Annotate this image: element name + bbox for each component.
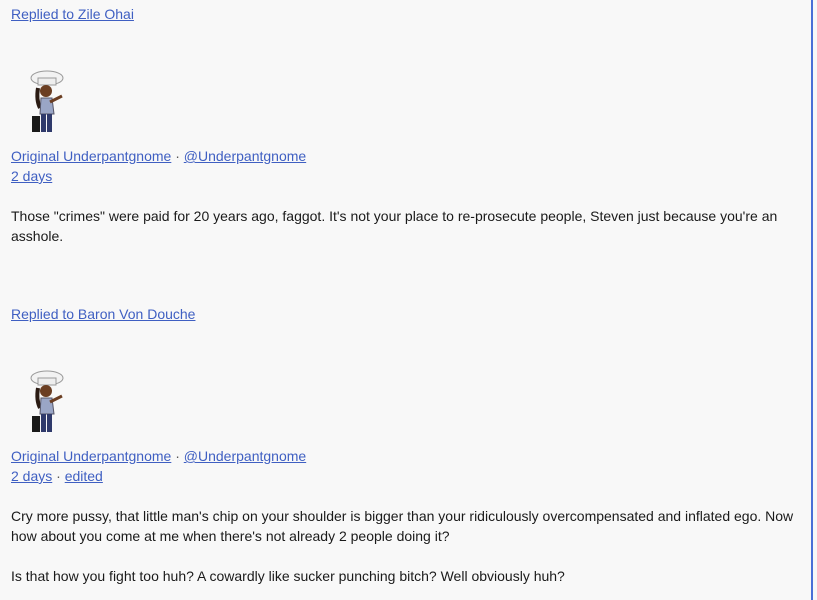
meta-separator: ·: [175, 448, 180, 464]
author-handle-link[interactable]: @Underpantgnome: [184, 148, 306, 164]
comment-paragraph: Cry more pussy, that little man's chip o…: [11, 508, 794, 544]
author-handle-link[interactable]: @Underpantgnome: [184, 448, 306, 464]
replied-to-link[interactable]: Replied to Baron Von Douche: [11, 306, 195, 322]
comment-meta: Original Underpantgnome · @Underpantgnom…: [11, 146, 306, 186]
author-name-link[interactable]: Original Underpantgnome: [11, 148, 171, 164]
comment-meta: Original Underpantgnome · @Underpantgnom…: [11, 446, 306, 486]
avatar-icon[interactable]: [14, 66, 86, 138]
timestamp-link[interactable]: 2 days: [11, 468, 52, 484]
avatar-icon[interactable]: [14, 366, 86, 438]
meta-separator: ·: [175, 148, 180, 164]
replied-to-link[interactable]: Replied to Zile Ohai: [11, 6, 134, 22]
comment-body: Cry more pussy, that little man's chip o…: [11, 506, 801, 600]
edited-link[interactable]: edited: [65, 468, 103, 484]
comment-paragraph: Those "crimes" were paid for 20 years ag…: [11, 208, 778, 244]
comment-paragraph: Is that how you fight too huh? A cowardl…: [11, 568, 565, 584]
meta-separator: ·: [56, 468, 61, 484]
comment-body: Those "crimes" were paid for 20 years ag…: [11, 206, 801, 266]
comment-thread: Replied to Zile Ohai Original Underpantg…: [0, 0, 813, 600]
author-name-link[interactable]: Original Underpantgnome: [11, 448, 171, 464]
timestamp-link[interactable]: 2 days: [11, 168, 52, 184]
